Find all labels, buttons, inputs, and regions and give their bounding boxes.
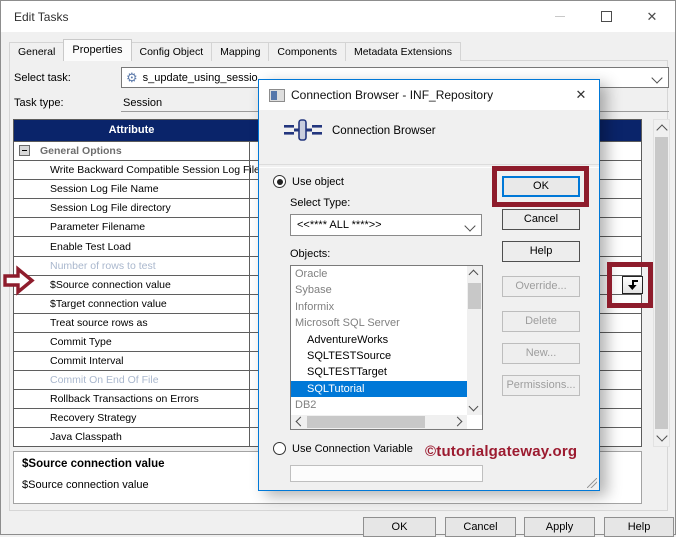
session-gear-icon: ⚙: [126, 71, 138, 84]
grid-vertical-scrollbar[interactable]: [653, 119, 670, 447]
description-title: $Source connection value: [22, 458, 165, 470]
column-divider: [249, 141, 250, 446]
title-bar: Edit Tasks ✕: [1, 1, 675, 32]
dialog-heading: Connection Browser: [332, 125, 436, 137]
resize-grip[interactable]: [587, 478, 597, 488]
dialog-title: Connection Browser - INF_Repository: [291, 88, 493, 102]
list-item-category[interactable]: DB2: [291, 397, 482, 413]
attribute-column-header: Attribute: [14, 120, 249, 141]
list-item-selected[interactable]: SQLTutorial: [291, 381, 482, 397]
list-horizontal-scrollbar[interactable]: [291, 415, 467, 429]
connection-browser-dialog: Connection Browser - INF_Repository ✕ Co…: [258, 79, 600, 491]
chevron-down-icon: [653, 73, 661, 85]
close-icon: ✕: [576, 87, 587, 103]
minimize-icon: [555, 16, 565, 17]
edit-tasks-window: Edit Tasks ✕ General Properties Config O…: [0, 0, 676, 535]
chevron-down-icon: [466, 221, 474, 233]
objects-listbox[interactable]: Oracle Sybase Informix Microsoft SQL Ser…: [290, 265, 483, 430]
use-connection-variable-radio[interactable]: [273, 442, 286, 455]
scroll-down-icon[interactable]: [654, 430, 669, 446]
dialog-close-button[interactable]: ✕: [569, 84, 593, 106]
ok-button[interactable]: OK: [363, 517, 436, 537]
dialog-cancel-button[interactable]: Cancel: [502, 209, 580, 230]
tab-general[interactable]: General: [9, 42, 64, 61]
permissions-button: Permissions...: [502, 375, 580, 396]
window-title: Edit Tasks: [14, 10, 68, 24]
list-item[interactable]: SQLTESTSource: [291, 348, 482, 364]
new-button: New...: [502, 343, 580, 364]
dialog-window-icon: [269, 89, 285, 102]
tab-strip: General Properties Config Object Mapping…: [9, 40, 460, 61]
annotation-rect-dropdown: [607, 262, 653, 308]
list-item[interactable]: AdventureWorks: [291, 332, 482, 348]
maximize-button[interactable]: [583, 1, 629, 32]
delete-button: Delete: [502, 311, 580, 332]
select-task-label: Select task:: [14, 72, 71, 84]
use-object-label: Use object: [292, 176, 344, 188]
task-type-label: Task type:: [14, 97, 64, 109]
tab-mapping[interactable]: Mapping: [211, 42, 269, 61]
select-task-value: s_update_using_sessio: [143, 72, 258, 84]
list-item-category[interactable]: Oracle: [291, 266, 482, 282]
tab-components[interactable]: Components: [268, 42, 346, 61]
connection-variable-input[interactable]: [290, 465, 483, 482]
scrollbar-thumb[interactable]: [655, 137, 668, 429]
list-item-category[interactable]: Sybase: [291, 282, 482, 298]
scroll-up-icon[interactable]: [654, 120, 669, 136]
use-connection-variable-label: Use Connection Variable: [292, 443, 413, 455]
select-type-combobox[interactable]: <<**** ALL ****>>: [290, 214, 482, 236]
maximize-icon: [601, 11, 612, 22]
scroll-right-icon[interactable]: [454, 418, 464, 425]
close-icon: ✕: [647, 10, 658, 23]
scrollbar-thumb[interactable]: [307, 416, 425, 428]
close-button[interactable]: ✕: [629, 1, 675, 32]
watermark-text: ©tutorialgateway.org: [425, 443, 577, 460]
tab-config-object[interactable]: Config Object: [131, 42, 213, 61]
use-object-radio[interactable]: [273, 175, 286, 188]
select-type-value: <<**** ALL ****>>: [297, 219, 382, 231]
tab-properties[interactable]: Properties: [63, 39, 131, 61]
annotation-arrow-icon: [2, 265, 35, 296]
scroll-up-icon[interactable]: [470, 268, 477, 278]
select-type-label: Select Type:: [290, 197, 350, 209]
dialog-title-bar: Connection Browser - INF_Repository ✕: [259, 80, 599, 110]
override-button: Override...: [502, 276, 580, 297]
list-item-category[interactable]: Informix: [291, 299, 482, 315]
minimize-button: [537, 1, 583, 32]
description-body: $Source connection value: [22, 479, 149, 491]
dialog-help-button[interactable]: Help: [502, 241, 580, 262]
scroll-down-icon[interactable]: [470, 403, 477, 413]
cancel-button[interactable]: Cancel: [445, 517, 516, 537]
annotation-rect-ok: [492, 166, 589, 207]
list-vertical-scrollbar[interactable]: [467, 266, 482, 415]
collapse-minus-icon[interactable]: [19, 145, 30, 156]
connection-plug-icon: [284, 119, 322, 141]
list-item[interactable]: SQLTESTTarget: [291, 364, 482, 380]
scrollbar-thumb[interactable]: [468, 283, 481, 309]
tab-metadata-extensions[interactable]: Metadata Extensions: [345, 42, 461, 61]
task-type-value: Session: [123, 97, 162, 109]
list-item-category[interactable]: Microsoft SQL Server: [291, 315, 482, 331]
help-button[interactable]: Help: [604, 517, 674, 537]
objects-label: Objects:: [290, 248, 330, 260]
scroll-left-icon[interactable]: [294, 418, 304, 425]
apply-button[interactable]: Apply: [524, 517, 595, 537]
